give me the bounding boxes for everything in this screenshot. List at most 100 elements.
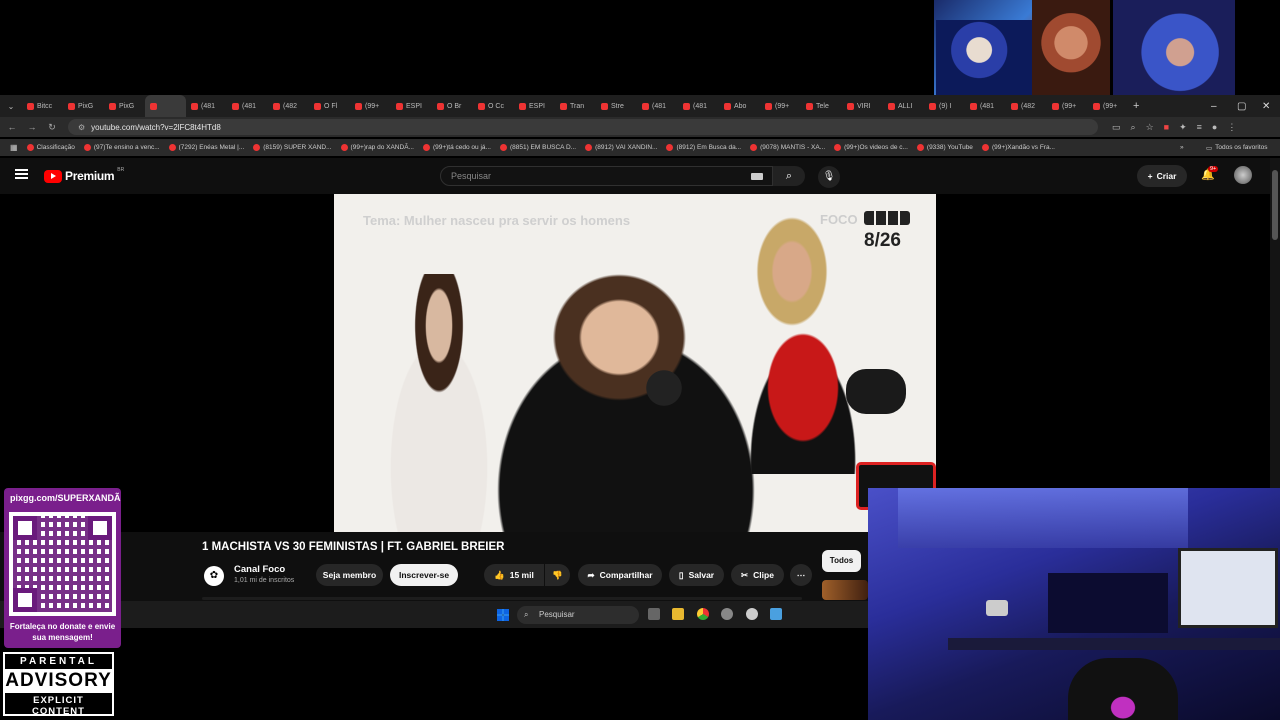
back-icon[interactable]: ←	[2, 122, 22, 132]
site-info-icon[interactable]: ⚙	[78, 123, 85, 132]
task-view-icon[interactable]	[648, 608, 660, 620]
podcast-mic	[639, 364, 689, 424]
channel-name[interactable]: Canal Foco	[234, 564, 285, 575]
tab-label: Tran	[570, 102, 585, 110]
tab-search-icon[interactable]: ⌄	[0, 102, 22, 111]
recommended-thumbnail[interactable]	[822, 580, 868, 600]
bookmark-item[interactable]: (97)Te ensino a venc...	[83, 144, 160, 151]
taskbar-search-input[interactable]: Pesquisar	[517, 606, 639, 624]
address-bar[interactable]: ⚙ youtube.com/watch?v=2lFC8t4HTd8	[68, 119, 1098, 135]
bookmark-label: (99+)tá cedo ou já...	[432, 144, 491, 151]
browser-tab[interactable]: Tele	[801, 95, 842, 117]
media-icon[interactable]: ≡	[1197, 122, 1202, 133]
minimize-button[interactable]: –	[1211, 95, 1217, 117]
obs-icon[interactable]	[746, 608, 758, 620]
bookmark-item[interactable]: (99+)tá cedo ou já...	[422, 144, 491, 151]
channel-avatar[interactable]: ✿	[204, 566, 224, 586]
cast-icon[interactable]: ▭	[1112, 122, 1121, 133]
browser-tab[interactable]: (99+	[760, 95, 801, 117]
subscribe-button[interactable]: Inscrever-se	[390, 564, 458, 586]
bookmarks-more-button[interactable]: »	[1180, 144, 1184, 151]
new-tab-button[interactable]: +	[1133, 100, 1139, 112]
bookmark-item[interactable]: (9078) MANTIS - XA...	[750, 144, 825, 151]
voice-search-button[interactable]: 🎙	[818, 166, 840, 188]
browser-tab[interactable]: VIRI	[842, 95, 883, 117]
clip-label: Clipe	[753, 570, 774, 580]
youtube-logo[interactable]: Premium BR	[44, 167, 124, 183]
menu-icon[interactable]: ⋮	[1227, 122, 1236, 133]
chrome-icon[interactable]	[697, 608, 709, 620]
browser-tab[interactable]: Bitcc	[22, 95, 63, 117]
browser-tab[interactable]: ESPI	[514, 95, 555, 117]
browser-tab[interactable]: (481	[186, 95, 227, 117]
browser-tab[interactable]: Tran	[555, 95, 596, 117]
profile-icon[interactable]: ●	[1212, 122, 1217, 133]
apps-grid-icon[interactable]: ▦	[10, 143, 18, 152]
browser-tab[interactable]: (99+	[350, 95, 391, 117]
share-button[interactable]: ➦ Compartilhar	[578, 564, 662, 586]
close-window-button[interactable]: ✕	[1262, 95, 1270, 117]
browser-tab[interactable]: Abo	[719, 95, 760, 117]
tab-favicon-icon	[1093, 102, 1100, 110]
menu-hamburger-icon[interactable]	[15, 169, 28, 179]
forward-icon[interactable]: →	[22, 122, 42, 132]
maximize-button[interactable]: ▢	[1237, 95, 1246, 117]
like-button[interactable]: 👍 15 mil	[484, 564, 544, 586]
browser-tab[interactable]: (482	[268, 95, 309, 117]
search-input[interactable]: Pesquisar	[440, 166, 773, 186]
browser-tab[interactable]: O Cc	[473, 95, 514, 117]
bookmark-item[interactable]: (8912) VAI XANDIN...	[585, 144, 657, 151]
extension-icon[interactable]: ■	[1164, 122, 1169, 133]
bookmark-item[interactable]: (99+)rap do XANDÃ...	[340, 144, 414, 151]
windows-start-icon[interactable]	[497, 609, 509, 621]
save-button[interactable]: ▯ Salvar	[669, 564, 724, 586]
browser-tab[interactable]: (9) I	[924, 95, 965, 117]
video-player[interactable]: Tema: Mulher nasceu pra servir os homens…	[334, 194, 936, 532]
bookmark-item[interactable]: (99+)Os videos de c...	[834, 144, 908, 151]
dislike-button[interactable]: 👎	[545, 564, 570, 586]
bookmark-item[interactable]: (8159) SUPER XAND...	[253, 144, 332, 151]
share-label: Compartilhar	[599, 570, 653, 580]
bookmark-item[interactable]: (9338) YouTube	[916, 144, 973, 151]
webcam-face	[936, 20, 1032, 95]
browser-tab[interactable]: (481	[965, 95, 1006, 117]
video-topic-overlay: Tema: Mulher nasceu pra servir os homens	[363, 213, 631, 228]
account-avatar[interactable]	[1234, 166, 1252, 184]
bookmark-item[interactable]: Classificação	[26, 144, 75, 151]
more-actions-button[interactable]: ⋯	[790, 564, 812, 586]
file-explorer-icon[interactable]	[672, 608, 684, 620]
browser-tab[interactable]: Stre	[596, 95, 637, 117]
browser-tab[interactable]: (99+	[1088, 95, 1129, 117]
bookmark-item[interactable]: (99+)Xandão vs Fra...	[981, 144, 1055, 151]
browser-tab[interactable]: (482	[1006, 95, 1047, 117]
browser-tab[interactable]: (481	[637, 95, 678, 117]
bookmark-item[interactable]: (8851) EM BUSCA D...	[499, 144, 576, 151]
browser-tab[interactable]: ALLI	[883, 95, 924, 117]
bookmark-label: (7292) Enéas Metal |...	[178, 144, 245, 151]
browser-tab[interactable]: O Fl	[309, 95, 350, 117]
reload-icon[interactable]: ↻	[42, 122, 62, 133]
browser-tab[interactable]: ESPI	[391, 95, 432, 117]
steam-icon[interactable]	[770, 608, 782, 620]
browser-tab[interactable]	[145, 95, 186, 117]
clip-button[interactable]: ✂ Clipe	[731, 564, 784, 586]
join-button[interactable]: Seja membro	[316, 564, 383, 586]
scrollbar-thumb[interactable]	[1272, 170, 1278, 240]
bookmark-item[interactable]: (8912) Em Busca da...	[666, 144, 741, 151]
create-button[interactable]: + Criar	[1137, 165, 1187, 187]
settings-icon[interactable]	[721, 608, 733, 620]
browser-tab[interactable]: (481	[227, 95, 268, 117]
browser-tab[interactable]: (481	[678, 95, 719, 117]
browser-tab[interactable]: (99+	[1047, 95, 1088, 117]
extensions-puzzle-icon[interactable]: ✦	[1179, 122, 1187, 133]
bookmark-item[interactable]: (7292) Enéas Metal |...	[168, 144, 245, 151]
keyboard-icon[interactable]	[751, 173, 763, 180]
bookmark-star-icon[interactable]: ☆	[1146, 122, 1154, 133]
all-bookmarks-link[interactable]: ▭ Todos os favoritos	[1206, 144, 1268, 152]
filter-chip-all[interactable]: Todos	[822, 550, 861, 572]
browser-tab[interactable]: PixG	[63, 95, 104, 117]
zoom-icon[interactable]: ⌕	[1131, 122, 1136, 133]
browser-tab[interactable]: O Br	[432, 95, 473, 117]
search-button[interactable]: ⌕	[773, 166, 805, 186]
browser-tab[interactable]: PixG	[104, 95, 145, 117]
